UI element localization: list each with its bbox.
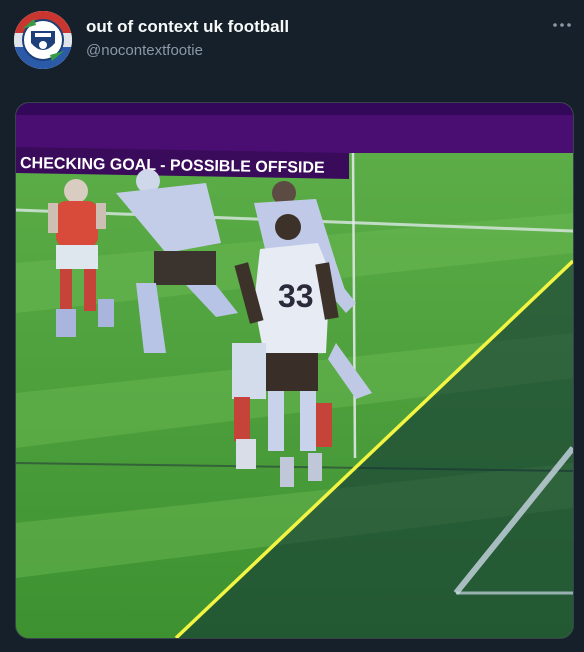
author-display-name[interactable]: out of context uk football	[86, 17, 289, 37]
author-avatar[interactable]	[14, 11, 72, 69]
more-dots-icon	[553, 23, 571, 27]
tweet-media-image[interactable]: CHECKING GOAL - POSSIBLE OFFSIDE 33	[15, 102, 574, 639]
more-options-button[interactable]	[548, 12, 576, 38]
author-handle[interactable]: @nocontextfootie	[86, 42, 203, 59]
club-crest-icon	[14, 11, 72, 69]
var-offside-photo: CHECKING GOAL - POSSIBLE OFFSIDE 33	[16, 103, 573, 638]
tweet: out of context uk football @nocontextfoo…	[0, 0, 584, 652]
shirt-number: 33	[278, 278, 314, 314]
